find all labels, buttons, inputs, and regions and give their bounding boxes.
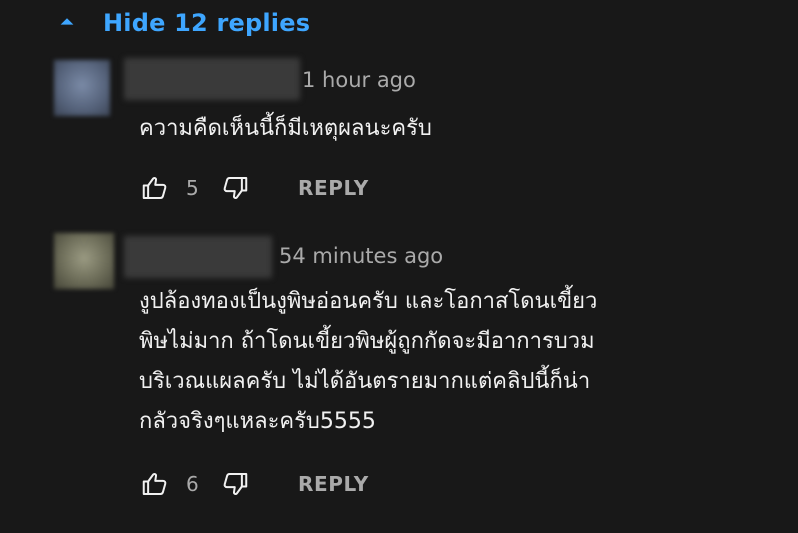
- hide-replies-label: Hide 12 replies: [103, 9, 311, 37]
- author-name[interactable]: [124, 58, 300, 100]
- like-icon[interactable]: [138, 171, 172, 205]
- comment-text: ความคืดเห็นนี้ก็มีเหตุผลนะครับ: [139, 116, 432, 141]
- dislike-icon[interactable]: [218, 467, 252, 501]
- comment-text: งูปล้องทองเป็นงูพิษอ่อนครับ และโอกาสโดนเ…: [139, 289, 598, 434]
- timestamp[interactable]: 54 minutes ago: [279, 244, 443, 268]
- author-name[interactable]: [124, 236, 272, 278]
- avatar[interactable]: [54, 233, 114, 289]
- like-count: 5: [186, 176, 199, 200]
- comment-actions: 5 REPLY: [138, 168, 369, 208]
- reply-button[interactable]: REPLY: [298, 472, 369, 496]
- avatar[interactable]: [54, 60, 110, 116]
- comment-actions: 6 REPLY: [138, 464, 369, 504]
- caret-up-icon: [56, 10, 78, 36]
- hide-replies-button[interactable]: Hide 12 replies: [56, 4, 310, 42]
- reply-button[interactable]: REPLY: [298, 176, 369, 200]
- dislike-icon[interactable]: [218, 171, 252, 205]
- timestamp[interactable]: 1 hour ago: [302, 68, 416, 92]
- like-count: 6: [186, 472, 199, 496]
- like-icon[interactable]: [138, 467, 172, 501]
